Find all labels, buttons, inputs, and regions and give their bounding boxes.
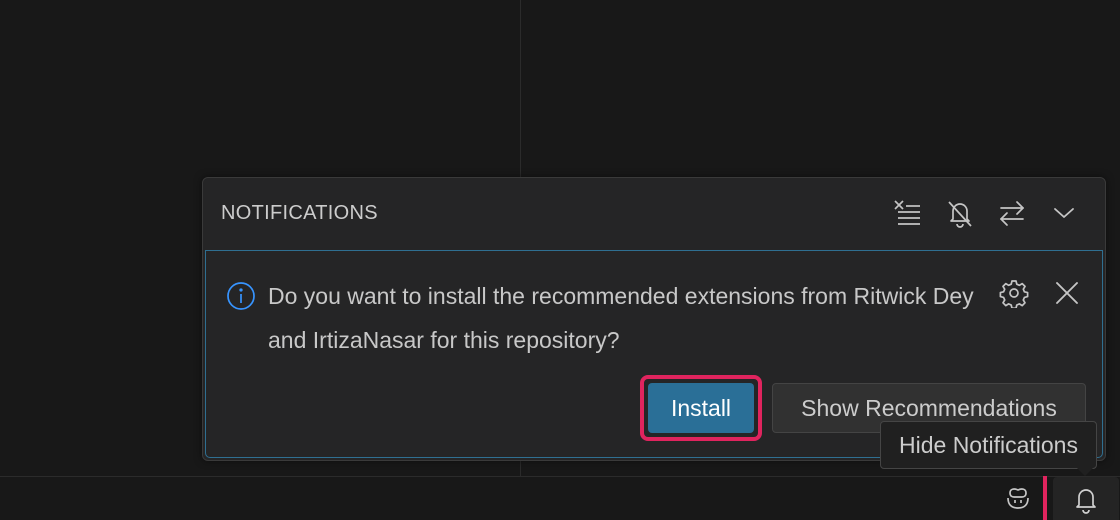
arrow-swap-icon <box>1000 201 1024 226</box>
do-not-disturb-button[interactable] <box>942 195 978 231</box>
install-button[interactable]: Install <box>648 383 754 433</box>
collapse-notifications-button[interactable] <box>1046 195 1082 231</box>
notifications-status-item[interactable] <box>1043 476 1120 520</box>
gear-icon <box>999 280 1029 308</box>
chevron-down-icon <box>1054 208 1074 218</box>
close-icon <box>1056 282 1078 304</box>
tooltip-arrow <box>1077 468 1093 476</box>
notification-close-button[interactable] <box>1049 275 1085 311</box>
status-bar <box>0 476 1120 520</box>
bell-icon <box>1076 488 1096 514</box>
notification-settings-button[interactable] <box>996 275 1032 311</box>
copilot-icon[interactable] <box>1002 483 1034 515</box>
notification-message: Do you want to install the recommended e… <box>268 283 974 353</box>
clear-all-icon <box>894 200 920 225</box>
info-icon <box>226 281 256 311</box>
clear-all-button[interactable] <box>889 195 925 231</box>
notification-center-title: NOTIFICATIONS <box>221 202 378 224</box>
notification-center: NOTIFICATIONS Do you want to install the… <box>202 177 1106 461</box>
toggle-notifications-button[interactable] <box>994 195 1030 231</box>
notification-center-header: NOTIFICATIONS <box>203 178 1105 248</box>
hide-notifications-tooltip: Hide Notifications <box>880 421 1097 469</box>
bell-slash-icon <box>948 201 972 228</box>
notifications-status-button[interactable] <box>1053 477 1119 520</box>
